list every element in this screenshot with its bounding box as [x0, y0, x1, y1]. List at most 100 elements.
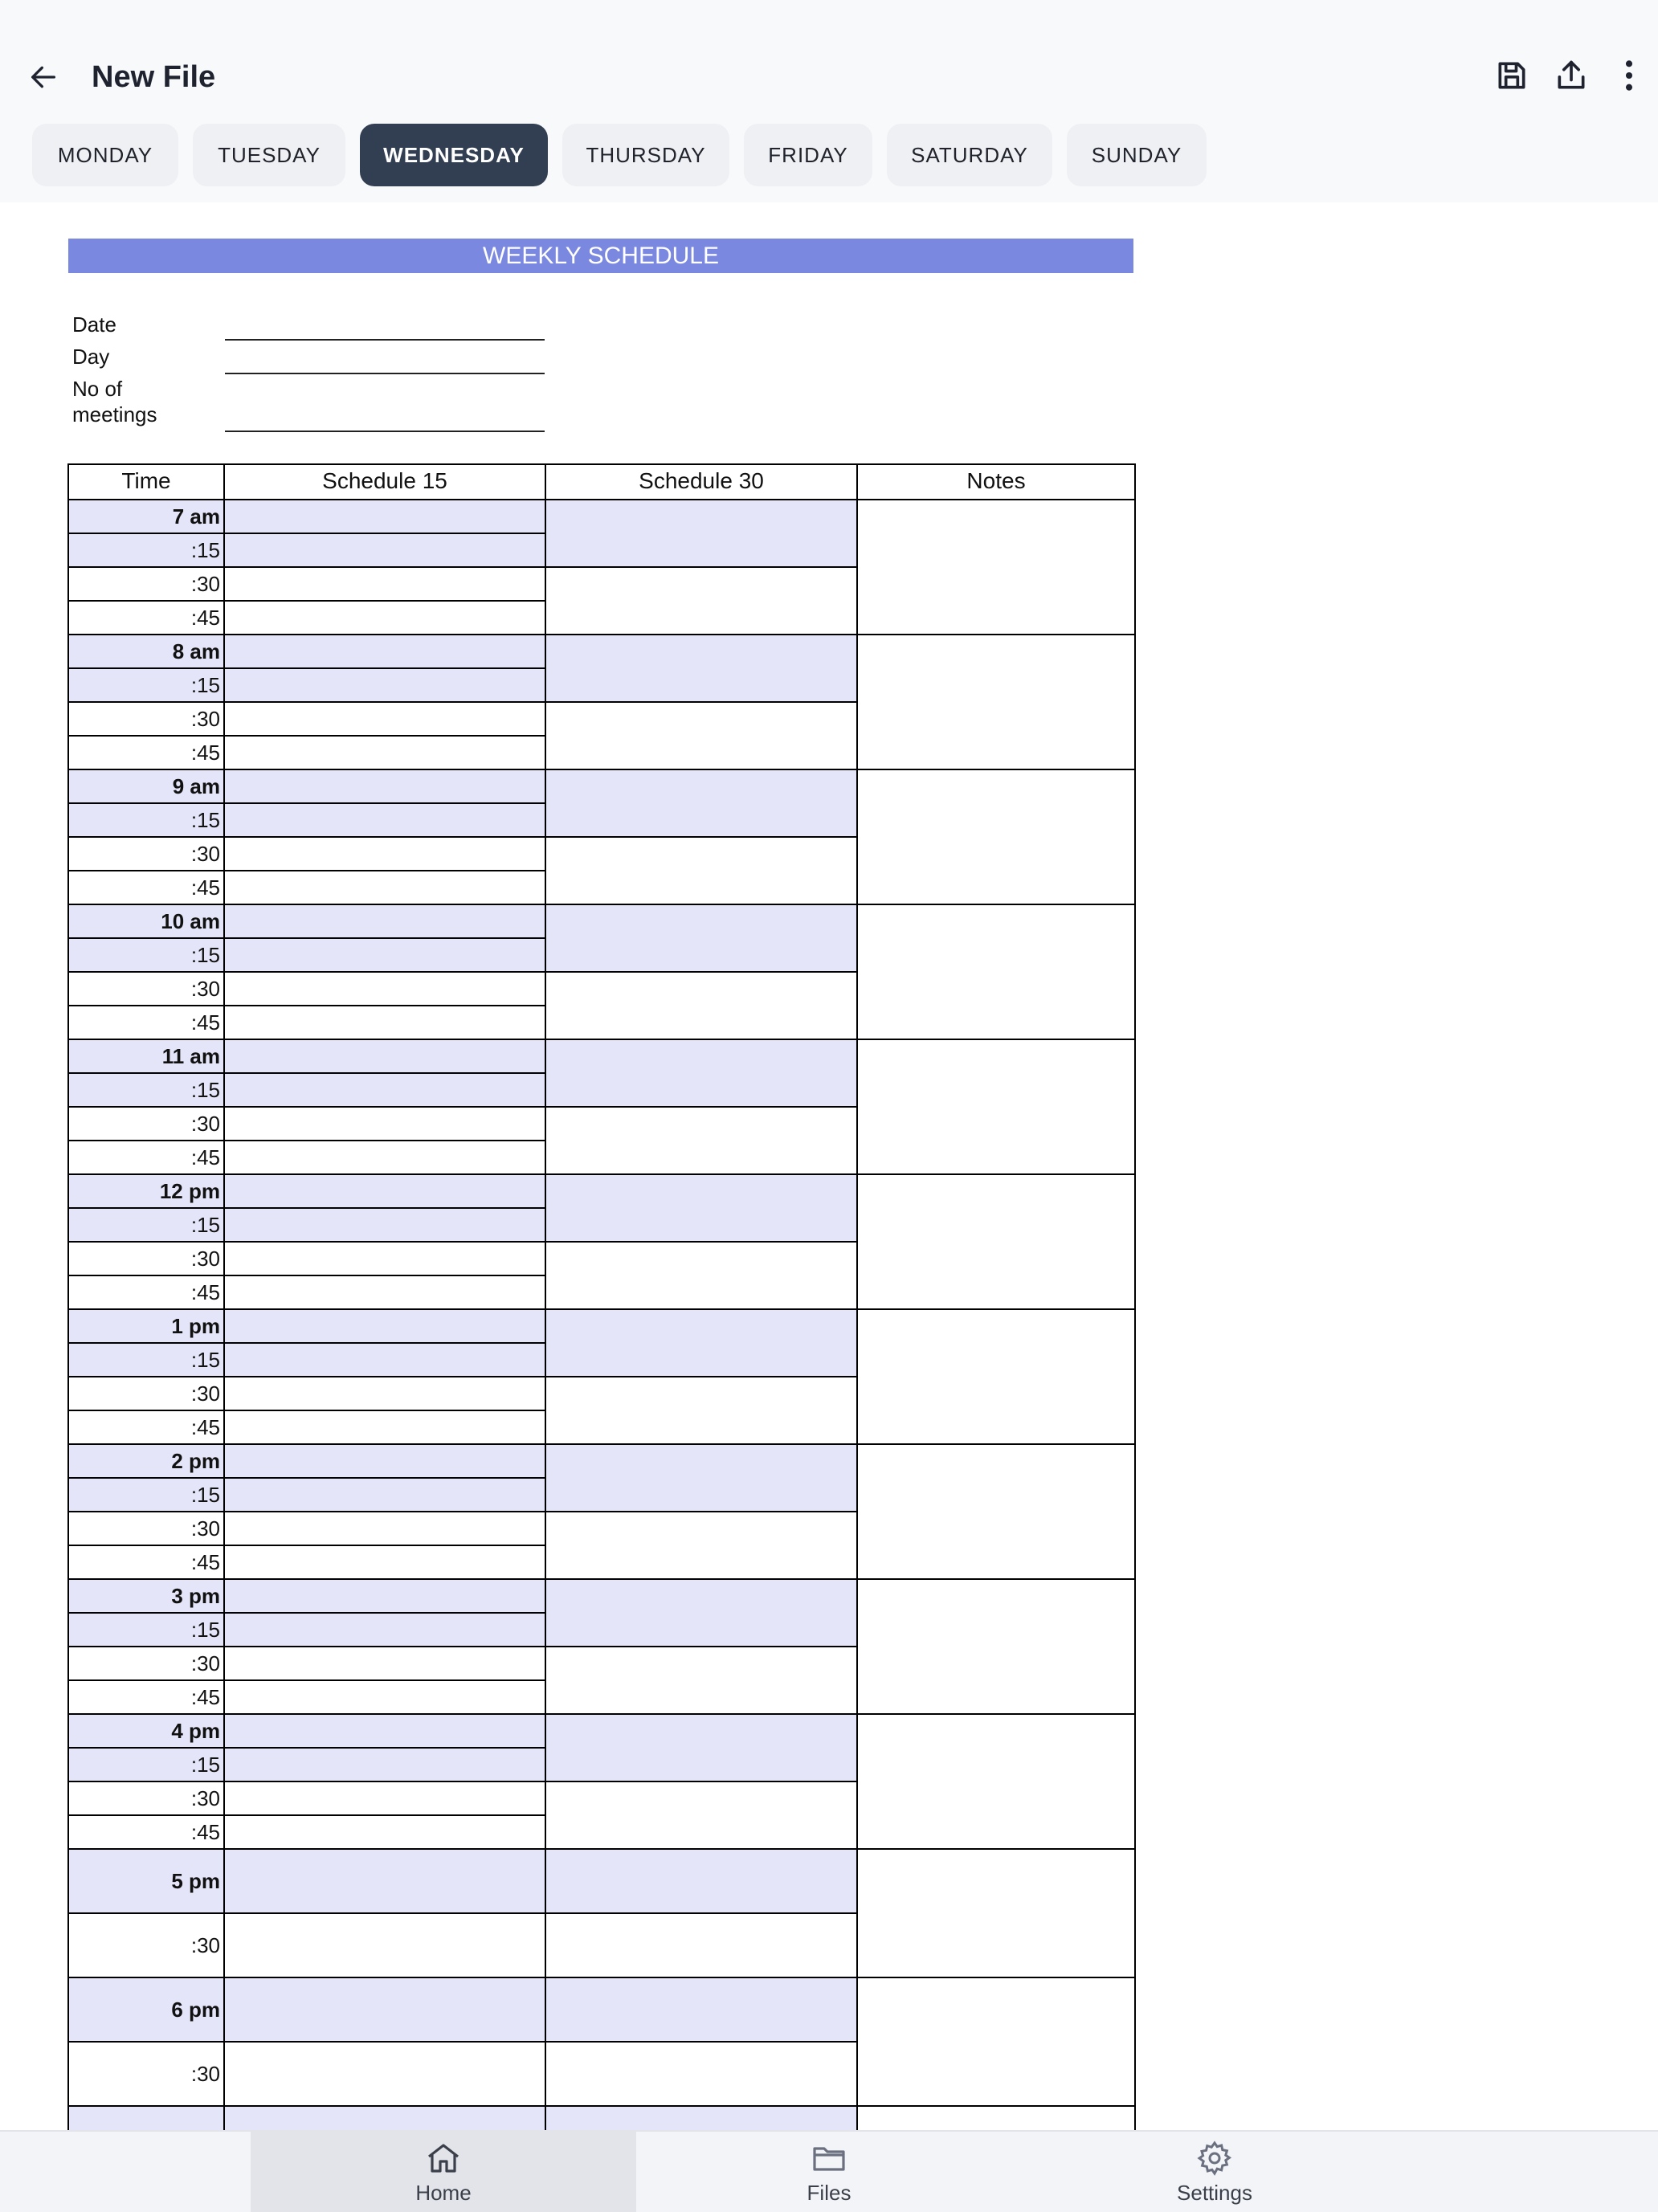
schedule30-slot[interactable] [545, 1106, 858, 1175]
schedule15-slot[interactable] [223, 701, 546, 737]
schedule15-slot[interactable] [223, 1342, 546, 1377]
schedule30-slot[interactable] [545, 499, 858, 568]
schedule15-slot[interactable] [223, 1005, 546, 1040]
schedule15-slot[interactable] [223, 971, 546, 1006]
notes-cell[interactable] [856, 2105, 1136, 2130]
notes-cell[interactable] [856, 1578, 1136, 1715]
schedule30-slot[interactable] [545, 2041, 858, 2107]
schedule30-slot[interactable] [545, 1781, 858, 1850]
schedule15-slot[interactable] [223, 1106, 546, 1141]
schedule15-slot[interactable] [223, 836, 546, 871]
nav-home[interactable]: Home [251, 2132, 636, 2212]
schedule30-slot[interactable] [545, 1173, 858, 1243]
schedule15-slot[interactable] [223, 1443, 546, 1479]
tab-friday[interactable]: FRIDAY [744, 124, 872, 186]
notes-cell[interactable] [856, 1308, 1136, 1445]
schedule15-slot[interactable] [223, 1545, 546, 1580]
schedule15-slot[interactable] [223, 1511, 546, 1546]
schedule15-slot[interactable] [223, 1781, 546, 1816]
schedule15-slot[interactable] [223, 802, 546, 838]
tab-thursday[interactable]: THURSDAY [562, 124, 729, 186]
schedule15-slot[interactable] [223, 1848, 546, 1914]
schedule30-slot[interactable] [545, 701, 858, 770]
date-field[interactable] [225, 339, 545, 341]
nav-settings[interactable]: Settings [1022, 2132, 1407, 2212]
schedule30-slot[interactable] [545, 1241, 858, 1310]
schedule15-slot[interactable] [223, 1140, 546, 1175]
nav-files[interactable]: Files [636, 2132, 1022, 2212]
schedule15-slot[interactable] [223, 1072, 546, 1108]
schedule15-slot[interactable] [223, 2105, 546, 2130]
schedule15-slot[interactable] [223, 1578, 546, 1614]
schedule15-slot[interactable] [223, 937, 546, 973]
more-options-button[interactable] [1605, 51, 1653, 100]
meetings-field[interactable] [225, 431, 545, 432]
schedule30-slot[interactable] [545, 836, 858, 905]
schedule15-slot[interactable] [223, 870, 546, 905]
notes-cell[interactable] [856, 1713, 1136, 1850]
schedule15-slot[interactable] [223, 1747, 546, 1782]
notes-cell[interactable] [856, 634, 1136, 770]
schedule30-slot[interactable] [545, 1646, 858, 1715]
schedule15-slot[interactable] [223, 1713, 546, 1749]
notes-cell[interactable] [856, 769, 1136, 905]
schedule30-slot[interactable] [545, 1511, 858, 1580]
schedule30-slot[interactable] [545, 971, 858, 1040]
schedule15-slot[interactable] [223, 634, 546, 669]
schedule30-slot[interactable] [545, 1912, 858, 1978]
schedule15-slot[interactable] [223, 1241, 546, 1276]
schedule30-slot[interactable] [545, 1578, 858, 1647]
tab-saturday[interactable]: SATURDAY [887, 124, 1052, 186]
day-field[interactable] [225, 373, 545, 374]
schedule30-slot[interactable] [545, 1977, 858, 2043]
schedule15-slot[interactable] [223, 1275, 546, 1310]
schedule30-slot[interactable] [545, 1443, 858, 1512]
schedule30-slot[interactable] [545, 1713, 858, 1782]
tab-tuesday[interactable]: TUESDAY [193, 124, 345, 186]
tab-sunday[interactable]: SUNDAY [1067, 124, 1207, 186]
notes-cell[interactable] [856, 1848, 1136, 1978]
schedule15-slot[interactable] [223, 1410, 546, 1445]
schedule15-slot[interactable] [223, 735, 546, 770]
tab-wednesday[interactable]: WEDNESDAY [360, 124, 548, 186]
schedule15-slot[interactable] [223, 1912, 546, 1978]
back-button[interactable] [21, 55, 66, 100]
schedule15-slot[interactable] [223, 600, 546, 635]
schedule30-slot[interactable] [545, 2105, 858, 2130]
schedule30-slot[interactable] [545, 1039, 858, 1108]
schedule15-slot[interactable] [223, 1173, 546, 1209]
schedule30-slot[interactable] [545, 634, 858, 703]
schedule15-slot[interactable] [223, 566, 546, 602]
schedule15-slot[interactable] [223, 1977, 546, 2043]
schedule15-slot[interactable] [223, 499, 546, 534]
schedule15-slot[interactable] [223, 904, 546, 939]
notes-cell[interactable] [856, 904, 1136, 1040]
save-button[interactable] [1488, 51, 1536, 100]
schedule30-slot[interactable] [545, 566, 858, 635]
schedule15-slot[interactable] [223, 2041, 546, 2107]
schedule30-slot[interactable] [545, 1308, 858, 1377]
schedule15-slot[interactable] [223, 1039, 546, 1074]
schedule30-slot[interactable] [545, 1376, 858, 1445]
notes-cell[interactable] [856, 1039, 1136, 1175]
schedule15-slot[interactable] [223, 769, 546, 804]
share-button[interactable] [1547, 51, 1595, 100]
schedule15-slot[interactable] [223, 667, 546, 703]
notes-cell[interactable] [856, 1443, 1136, 1580]
schedule15-slot[interactable] [223, 1376, 546, 1411]
notes-cell[interactable] [856, 1977, 1136, 2107]
schedule30-slot[interactable] [545, 1848, 858, 1914]
notes-cell[interactable] [856, 1173, 1136, 1310]
schedule15-slot[interactable] [223, 1814, 546, 1850]
notes-cell[interactable] [856, 499, 1136, 635]
document-view[interactable]: WEEKLY SCHEDULE Date Day No of meetings … [0, 202, 1658, 2130]
schedule15-slot[interactable] [223, 1679, 546, 1715]
schedule15-slot[interactable] [223, 1646, 546, 1681]
schedule30-slot[interactable] [545, 769, 858, 838]
schedule15-slot[interactable] [223, 1308, 546, 1344]
schedule15-slot[interactable] [223, 1477, 546, 1512]
schedule15-slot[interactable] [223, 533, 546, 568]
tab-monday[interactable]: MONDAY [32, 124, 178, 186]
schedule15-slot[interactable] [223, 1207, 546, 1243]
schedule15-slot[interactable] [223, 1612, 546, 1647]
